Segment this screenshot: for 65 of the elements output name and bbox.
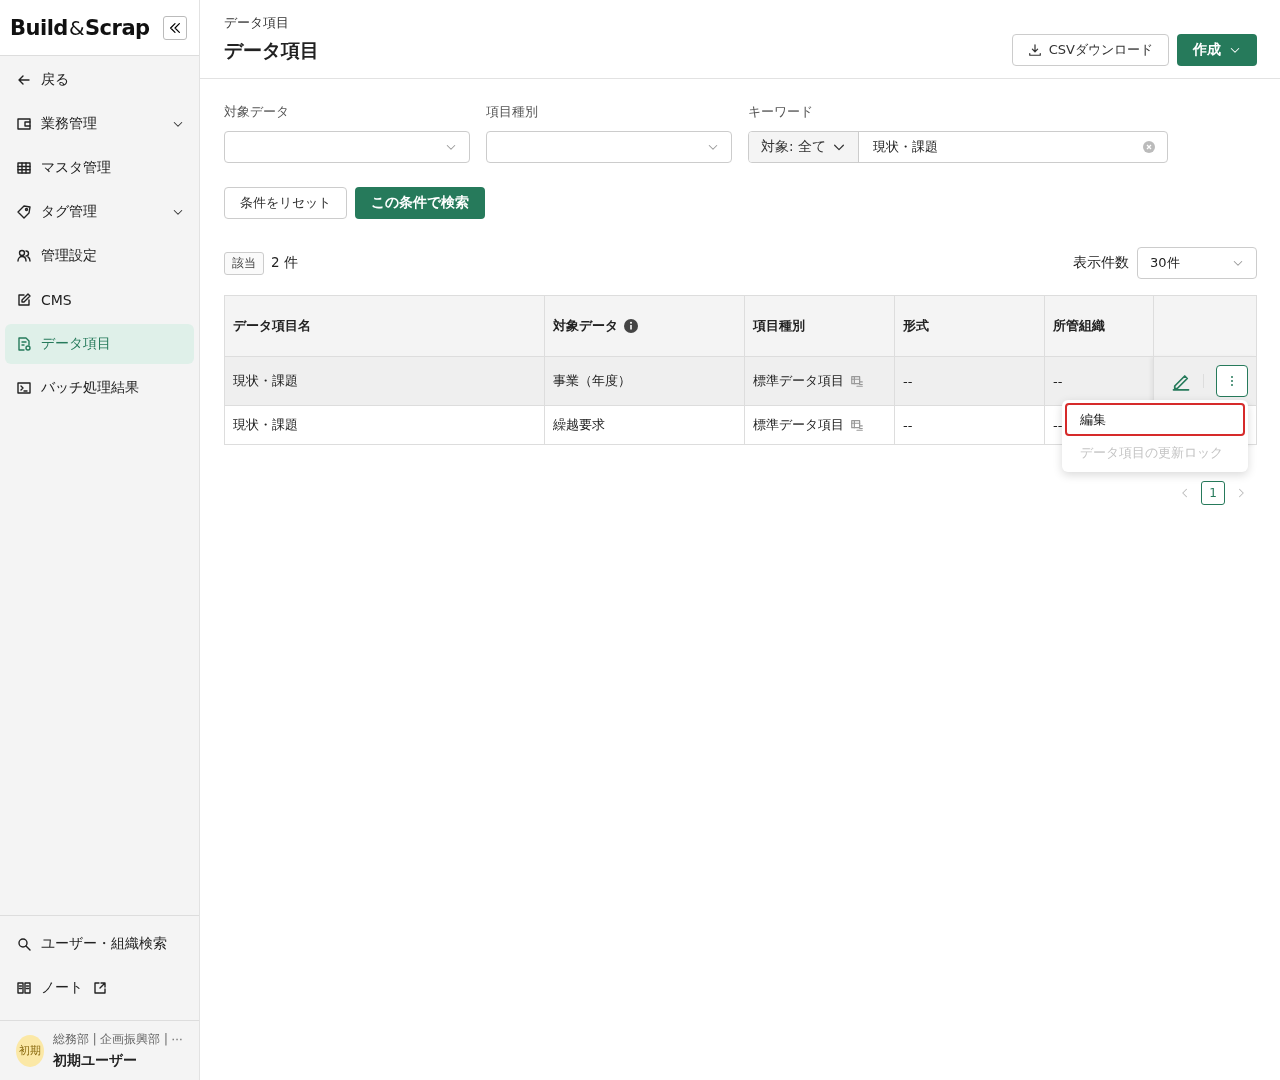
- document-icon: [16, 336, 32, 352]
- collapse-button[interactable]: [163, 15, 187, 40]
- table-cell: 現状・課題: [224, 356, 545, 406]
- nav-item[interactable]: 戻る: [5, 60, 194, 100]
- tag-icon: [16, 204, 32, 220]
- table-cell: 現状・課題: [224, 405, 545, 445]
- csv-download-button[interactable]: CSVダウンロード: [1011, 34, 1169, 66]
- nav-item[interactable]: 業務管理: [5, 104, 194, 144]
- table-cell: --: [894, 356, 1045, 406]
- nav-item[interactable]: データ項目: [5, 324, 194, 364]
- user-name: 初期ユーザー: [53, 1051, 139, 1070]
- result-label: 該当: [224, 251, 264, 275]
- info-icon[interactable]: [624, 319, 638, 333]
- create-button[interactable]: 作成: [1177, 34, 1257, 66]
- filter-label: 項目種別: [486, 103, 539, 121]
- reset-button[interactable]: 条件をリセット: [224, 187, 347, 219]
- per-page-label: 表示件数: [1073, 254, 1129, 272]
- user-organizations: 総務部 | 企画振興部 | ⋯: [53, 1031, 183, 1047]
- user-avatar: 初期: [16, 1034, 45, 1067]
- search-icon: [16, 936, 32, 952]
- book-icon: [16, 980, 32, 996]
- column-header: 形式: [894, 295, 1045, 357]
- edit-icon: [16, 292, 32, 308]
- table-icon: [850, 418, 864, 432]
- column-header: 項目種別: [744, 295, 895, 357]
- nav-item[interactable]: 管理設定: [5, 236, 194, 276]
- table-cell: 標準データ項目: [744, 356, 895, 406]
- menu-item[interactable]: 編集: [1065, 403, 1245, 436]
- table-row[interactable]: 現状・課題 事業（年度） 標準データ項目 -- --: [224, 356, 1257, 406]
- nav-link[interactable]: ユーザー・組織検索: [5, 924, 194, 964]
- table-icon: [16, 160, 32, 176]
- column-header: 所管組織: [1044, 295, 1154, 357]
- table-cell: --: [894, 405, 1045, 445]
- table-cell: 標準データ項目: [744, 405, 895, 445]
- nav-item[interactable]: タグ管理: [5, 192, 194, 232]
- search-button[interactable]: この条件で検索: [355, 187, 485, 219]
- page-button[interactable]: 1: [1201, 481, 1225, 505]
- select-field[interactable]: [486, 131, 732, 163]
- nav-item[interactable]: マスタ管理: [5, 148, 194, 188]
- logo: Build&Scrap: [10, 15, 150, 40]
- table-icon: [850, 374, 864, 388]
- column-header: 対象データ: [544, 295, 745, 357]
- download-icon: [1027, 43, 1042, 57]
- filter-label: キーワード: [748, 103, 814, 121]
- table-cell: 事業（年度）: [544, 356, 745, 406]
- more-button[interactable]: [1216, 365, 1248, 397]
- keyword-input[interactable]: 現状・課題: [870, 138, 1143, 156]
- select-field[interactable]: [224, 131, 470, 163]
- nav-item[interactable]: CMS: [5, 280, 194, 320]
- wallet-icon: [16, 116, 32, 132]
- keyword-field[interactable]: 対象: 全て 現状・課題: [748, 131, 1168, 163]
- breadcrumb[interactable]: データ項目: [224, 14, 319, 32]
- terminal-icon: [16, 380, 32, 396]
- column-header: データ項目名: [224, 295, 545, 357]
- page-title: データ項目: [224, 38, 319, 63]
- table-cell: 繰越要求: [544, 405, 745, 445]
- filter-label: 対象データ: [224, 103, 290, 121]
- result-count: 2 件: [271, 254, 298, 272]
- per-page-select[interactable]: 30件: [1137, 247, 1257, 279]
- scope-dropdown[interactable]: 対象: 全て: [749, 132, 859, 162]
- nav-item[interactable]: バッチ処理結果: [5, 368, 194, 408]
- more-icon: [1230, 375, 1234, 387]
- double-chevron-left-icon: [168, 20, 182, 35]
- users-icon: [16, 248, 32, 264]
- nav-link[interactable]: ノート: [5, 968, 194, 1008]
